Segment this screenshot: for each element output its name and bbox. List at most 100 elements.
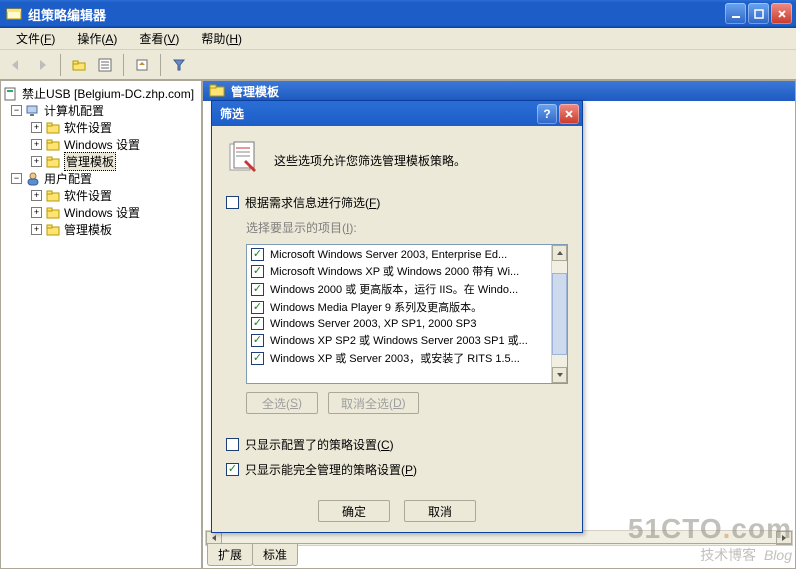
export-button[interactable] (130, 53, 154, 77)
list-item-label: Windows Server 2003, XP SP1, 2000 SP3 (270, 318, 476, 330)
list-item[interactable]: Windows Server 2003, XP SP1, 2000 SP3 (249, 316, 565, 331)
gpo-icon (3, 86, 19, 102)
tree-user-label: 用户配置 (44, 170, 92, 187)
checkbox-icon[interactable] (251, 265, 264, 278)
back-button[interactable] (4, 53, 28, 77)
list-item[interactable]: Microsoft Windows XP 或 Windows 2000 带有 W… (249, 262, 565, 280)
toolbar-separator3 (160, 54, 161, 76)
items-listbox[interactable]: Microsoft Windows Server 2003, Enterpris… (246, 244, 568, 384)
tree-item[interactable]: + 管理模板 (3, 221, 199, 238)
content-header: 管理模板 (203, 81, 795, 101)
filter-button[interactable] (167, 53, 191, 77)
forward-button[interactable] (30, 53, 54, 77)
tree-root[interactable]: 禁止USB [Belgium-DC.zhp.com] (3, 85, 199, 102)
dialog-desc: 这些选项允许您筛选管理模板策略。 (274, 152, 466, 169)
tree-label: 软件设置 (64, 119, 112, 136)
checkbox-label: 根据需求信息进行筛选(F) (245, 194, 380, 211)
select-all-button[interactable]: 全选(S) (246, 392, 318, 414)
tree-computer[interactable]: − 计算机配置 (3, 102, 199, 119)
only-managed-checkbox[interactable]: 只显示能完全管理的策略设置(P) (226, 461, 568, 478)
checkbox-icon[interactable] (226, 196, 239, 209)
toolbar (0, 50, 796, 80)
list-item[interactable]: Windows XP 或 Server 2003，或安装了 RITS 1.5..… (249, 349, 565, 367)
only-configured-checkbox[interactable]: 只显示配置了的策略设置(C) (226, 436, 568, 453)
folder-icon (45, 154, 61, 170)
dialog-titlebar: 筛选 ? (212, 101, 582, 126)
list-item-label: Windows Media Player 9 系列及更高版本。 (270, 299, 482, 315)
folder-icon (45, 137, 61, 153)
scroll-thumb[interactable] (552, 273, 567, 356)
toolbar-separator (60, 54, 61, 76)
list-item-label: Windows XP 或 Server 2003，或安装了 RITS 1.5..… (270, 350, 520, 366)
folder-icon (45, 120, 61, 136)
up-button[interactable] (67, 53, 91, 77)
expand-icon[interactable]: + (31, 207, 42, 218)
tab-standard[interactable]: 标准 (252, 544, 298, 566)
expand-icon[interactable]: + (31, 139, 42, 150)
dialog-close-button[interactable] (559, 104, 579, 124)
list-item[interactable]: Windows 2000 或 更高版本，运行 IIS。在 Windo... (249, 280, 565, 298)
menu-file[interactable]: 文件(F) (6, 28, 65, 49)
window-buttons (725, 3, 792, 24)
list-item-label: Microsoft Windows Server 2003, Enterpris… (270, 249, 507, 261)
folder-icon (45, 205, 61, 221)
items-group-label: 选择要显示的项目(I): (246, 219, 568, 236)
checkbox-icon[interactable] (251, 248, 264, 261)
properties-button[interactable] (93, 53, 117, 77)
tree-user[interactable]: − 用户配置 (3, 170, 199, 187)
expand-icon[interactable]: + (31, 122, 42, 133)
tree-comp-label: 计算机配置 (44, 102, 104, 119)
maximize-button[interactable] (748, 3, 769, 24)
expand-icon[interactable]: + (31, 190, 42, 201)
tree-item-selected[interactable]: + 管理模板 (3, 153, 199, 170)
listbox-scrollbar[interactable] (551, 245, 567, 383)
tree-label: Windows 设置 (64, 136, 140, 153)
titlebar: 组策略编辑器 (0, 0, 796, 28)
expand-icon[interactable]: + (31, 224, 42, 235)
checkbox-icon[interactable] (251, 283, 264, 296)
help-button[interactable]: ? (537, 104, 557, 124)
tree-item[interactable]: + Windows 设置 (3, 136, 199, 153)
checkbox-icon[interactable] (226, 463, 239, 476)
checkbox-icon[interactable] (251, 352, 264, 365)
tree-pane[interactable]: 禁止USB [Belgium-DC.zhp.com] − 计算机配置 + 软件设… (0, 80, 202, 569)
tree-item[interactable]: + Windows 设置 (3, 204, 199, 221)
dialog-title: 筛选 (220, 105, 244, 122)
checkbox-icon[interactable] (251, 334, 264, 347)
dialog-icon (226, 140, 258, 180)
folder-icon (209, 82, 225, 101)
tree-label: 管理模板 (64, 152, 116, 171)
menu-view[interactable]: 查看(V) (129, 28, 189, 49)
tree-label: 管理模板 (64, 221, 112, 238)
tree-root-label: 禁止USB [Belgium-DC.zhp.com] (22, 85, 194, 102)
close-button[interactable] (771, 3, 792, 24)
minimize-button[interactable] (725, 3, 746, 24)
menu-action[interactable]: 操作(A) (67, 28, 127, 49)
computer-icon (25, 103, 41, 119)
tree-item[interactable]: + 软件设置 (3, 119, 199, 136)
folder-icon (45, 188, 61, 204)
deselect-all-button[interactable]: 取消全选(D) (328, 392, 419, 414)
checkbox-icon[interactable] (251, 301, 264, 314)
list-item[interactable]: Windows Media Player 9 系列及更高版本。 (249, 298, 565, 316)
checkbox-icon[interactable] (226, 438, 239, 451)
list-item[interactable]: Windows XP SP2 或 Windows Server 2003 SP1… (249, 331, 565, 349)
tree-item[interactable]: + 软件设置 (3, 187, 199, 204)
scroll-up-icon[interactable] (552, 245, 567, 261)
toolbar-separator2 (123, 54, 124, 76)
cancel-button[interactable]: 取消 (404, 500, 476, 522)
filter-dialog: 筛选 ? 这些选项允许您筛选管理模板策略。 根据需求信息进行筛选(F) 选择要显… (211, 100, 583, 533)
ok-button[interactable]: 确定 (318, 500, 390, 522)
filter-by-requirements-checkbox[interactable]: 根据需求信息进行筛选(F) (226, 194, 568, 211)
expand-icon[interactable]: + (31, 156, 42, 167)
tab-bar: 扩展 标准 (207, 543, 791, 566)
collapse-icon[interactable]: − (11, 105, 22, 116)
list-item[interactable]: Microsoft Windows Server 2003, Enterpris… (249, 247, 565, 262)
scroll-down-icon[interactable] (552, 367, 567, 383)
list-item-label: Windows XP SP2 或 Windows Server 2003 SP1… (270, 332, 528, 348)
list-item-label: Microsoft Windows XP 或 Windows 2000 带有 W… (270, 263, 519, 279)
collapse-icon[interactable]: − (11, 173, 22, 184)
menu-help[interactable]: 帮助(H) (191, 28, 252, 49)
tab-extended[interactable]: 扩展 (207, 544, 253, 566)
checkbox-icon[interactable] (251, 317, 264, 330)
